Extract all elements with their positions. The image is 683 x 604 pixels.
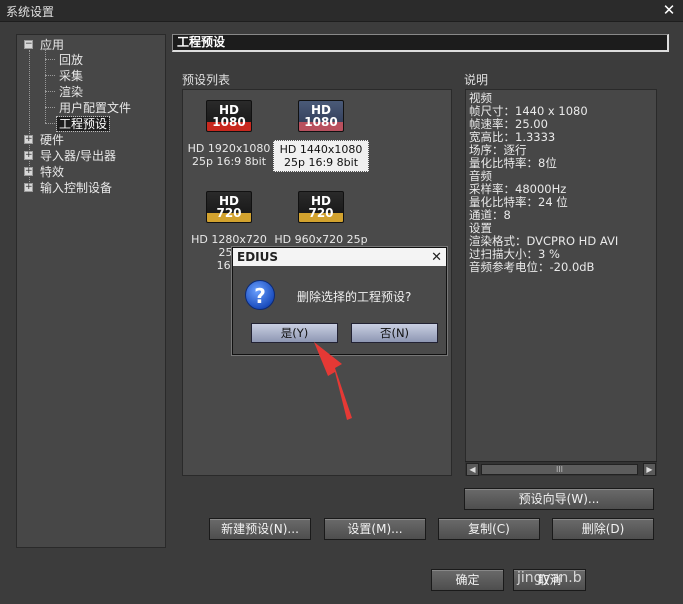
dialog-message: 删除选择的工程预设? [297,290,412,304]
preset-item-selected[interactable]: HD 1080 HD 1440x1080 25p 16:9 8bit [273,100,369,172]
icon-text: 1080 [212,115,246,129]
preset-item[interactable]: HD 720 HD 960x720 25p [273,191,369,248]
tree-item-label: 硬件 [40,133,65,147]
tree-item-project-preset[interactable]: 工程预设 [55,116,111,132]
preset-wizard-button[interactable]: 预设向导(W)... [464,488,654,510]
expand-icon[interactable]: + [24,167,33,176]
ok-button[interactable]: 确定 [431,569,504,591]
tree-item-playback[interactable]: 回放 [59,52,83,68]
scroll-right-icon[interactable]: ▶ [643,463,656,476]
preset-format: 25p 16:9 8bit [283,156,359,169]
settings-tree: − 应用 回放 采集 渲染 用户配置文件 工程预设 + 硬件 + 导入器/导出器… [16,34,166,548]
scroll-left-icon[interactable]: ◀ [466,463,479,476]
preset-label: HD 1920x1080 25p 16:9 8bit [181,140,277,170]
new-preset-button[interactable]: 新建预设(N)... [209,518,311,540]
tree-item-label: 回放 [59,53,84,67]
window-title: 系统设置 [6,5,55,19]
preset-format: 25p 16:9 8bit [191,155,267,168]
scroll-thumb[interactable]: III [481,464,638,475]
confirm-dialog: EDIUS ✕ ? 删除选择的工程预设? 是(Y) 否(N) [232,247,447,355]
settings-button[interactable]: 设置(M)... [324,518,426,540]
tree-item-label: 导入器/导出器 [40,149,117,163]
preset-name: HD 1440x1080 [279,143,363,156]
expand-icon[interactable]: + [24,151,33,160]
icon-text: 720 [308,206,334,220]
preset-label: HD 960x720 25p [273,231,369,248]
description-panel: 视频 帧尺寸：1440 x 1080 帧速率：25.00 宽高比：1.3333 … [465,89,657,476]
preset-name: HD 960x720 25p [274,233,368,246]
description-label: 说明 [464,73,489,87]
expand-icon[interactable]: + [24,135,33,144]
icon-text: 1080 [304,115,338,129]
icon-text: 720 [216,206,242,220]
collapse-icon[interactable]: − [24,40,33,49]
tree-item-label: 应用 [40,38,65,52]
hd-1080-icon: HD 1080 [298,100,344,132]
tree-item-label: 特效 [40,165,65,179]
tree-item-effects[interactable]: + 特效 [24,164,64,180]
hd-1080-icon: HD 1080 [206,100,252,132]
dialog-titlebar: EDIUS ✕ [233,248,446,266]
watermark: jingyan.b [517,570,582,586]
section-title: 工程预设 [172,34,669,52]
preset-name: HD 1920x1080 [187,142,271,155]
description-line: 音频参考电位：-20.0dB [469,260,595,274]
tree-item-label: 用户配置文件 [59,101,132,115]
tree-item-input-control[interactable]: + 输入控制设备 [24,180,112,196]
window-titlebar: 系统设置 ✕ [0,0,683,22]
preset-label: HD 1440x1080 25p 16:9 8bit [273,140,369,172]
preset-list-label: 预设列表 [182,73,231,87]
hd-720-icon: HD 720 [298,191,344,223]
dialog-close-icon[interactable]: ✕ [431,249,442,267]
tree-item-label: 采集 [59,69,84,83]
no-button[interactable]: 否(N) [351,323,438,343]
tree-item-user-profile[interactable]: 用户配置文件 [59,100,131,116]
hd-720-icon: HD 720 [206,191,252,223]
tree-item-hardware[interactable]: + 硬件 [24,132,64,148]
tree-item-app[interactable]: − 应用 [24,37,64,53]
yes-button[interactable]: 是(Y) [251,323,338,343]
tree-item-label: 输入控制设备 [40,181,113,195]
copy-button[interactable]: 复制(C) [438,518,540,540]
description-hscrollbar[interactable]: ◀ III ▶ [465,461,657,476]
delete-button[interactable]: 删除(D) [552,518,654,540]
window-close-icon[interactable]: ✕ [661,1,677,19]
tree-item-importer-exporter[interactable]: + 导入器/导出器 [24,148,116,164]
expand-icon[interactable]: + [24,183,33,192]
tree-item-render[interactable]: 渲染 [59,84,83,100]
tree-item-label: 渲染 [59,85,84,99]
dialog-title: EDIUS [237,250,279,264]
tree-item-label: 工程预设 [55,116,111,132]
preset-item[interactable]: HD 1080 HD 1920x1080 25p 16:9 8bit [181,100,277,170]
question-icon: ? [245,280,275,310]
tree-item-capture[interactable]: 采集 [59,68,83,84]
